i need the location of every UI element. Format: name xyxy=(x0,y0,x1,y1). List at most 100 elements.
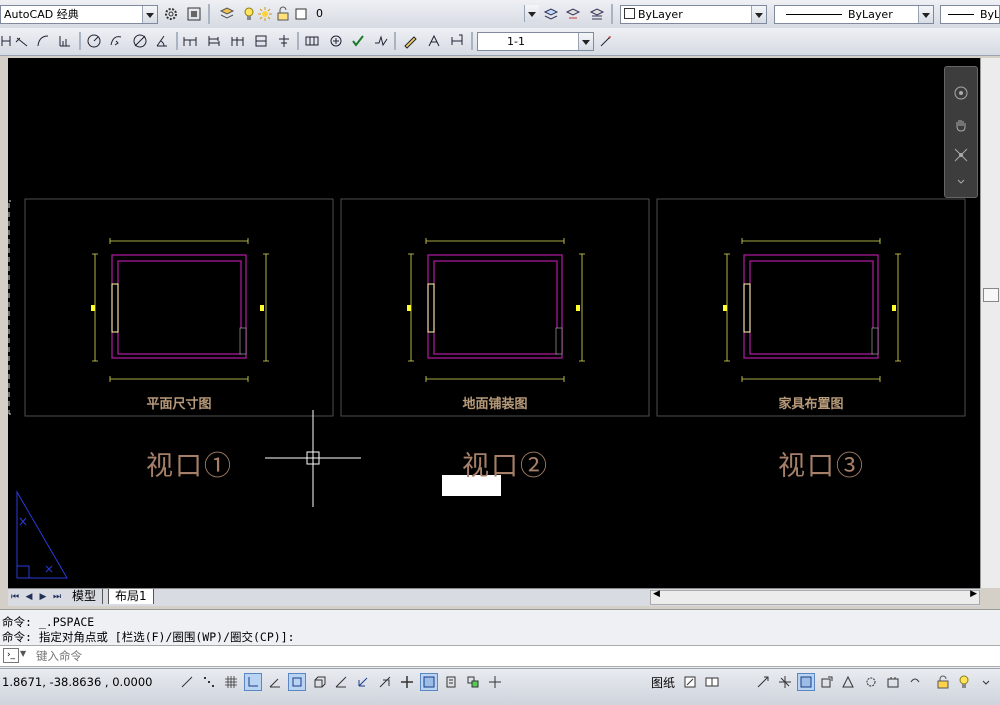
dimension-baseline-icon[interactable] xyxy=(204,31,224,51)
dimension-aligned-icon[interactable] xyxy=(12,31,32,51)
layer-color-icon[interactable] xyxy=(291,4,311,24)
polar-icon[interactable] xyxy=(266,673,284,691)
dimension-ordinate-icon[interactable] xyxy=(55,31,75,51)
isolate-objects-icon[interactable] xyxy=(906,673,924,691)
lightbulb-icon[interactable] xyxy=(955,673,973,691)
gear-icon[interactable] xyxy=(161,4,181,24)
quick-dimension-icon[interactable] xyxy=(180,31,200,51)
coordinates-readout[interactable]: 1.8671, -38.8636 , 0.0000 xyxy=(2,675,152,689)
dimension-break-icon[interactable] xyxy=(274,31,294,51)
paper-space-toggle[interactable]: 图纸 xyxy=(651,674,675,691)
workspace-switch-icon[interactable] xyxy=(839,673,857,691)
object-snap-icon[interactable] xyxy=(288,673,306,691)
scroll-thumb[interactable] xyxy=(983,288,999,302)
dimension-style-icon[interactable] xyxy=(596,31,616,51)
zoom-extents-icon[interactable] xyxy=(951,145,971,165)
scale-value: 1-1 xyxy=(507,35,525,48)
3d-snap-icon[interactable] xyxy=(310,673,328,691)
dynamic-input-icon[interactable] xyxy=(376,673,394,691)
chevron-down-icon[interactable] xyxy=(578,33,593,50)
grid-icon[interactable] xyxy=(222,673,240,691)
layer-properties-icon[interactable] xyxy=(217,4,237,24)
floor-plan-1 xyxy=(91,238,269,382)
dimension-scale-dropdown[interactable]: 1-1 xyxy=(477,32,594,51)
dimension-diameter-icon[interactable] xyxy=(130,31,150,51)
dimension-radius-icon[interactable] xyxy=(84,31,104,51)
tolerance-icon[interactable] xyxy=(302,31,322,51)
dynamic-ucs-icon[interactable] xyxy=(354,673,372,691)
next-tab-icon[interactable]: ▶ xyxy=(36,587,50,607)
chevron-down-icon[interactable] xyxy=(918,6,933,23)
quick-view-drawings-icon[interactable] xyxy=(703,673,721,691)
previous-tab-icon[interactable]: ◀ xyxy=(22,587,36,607)
linetype-dropdown[interactable]: ByLayer xyxy=(774,5,934,24)
auto-scale-icon[interactable] xyxy=(818,673,836,691)
lock-ui-icon[interactable] xyxy=(862,673,880,691)
ortho-icon[interactable] xyxy=(244,673,262,691)
chevron-down-icon[interactable] xyxy=(751,6,766,23)
separator xyxy=(611,4,613,24)
chevron-down-icon[interactable] xyxy=(951,171,971,191)
horizontal-scrollbar[interactable]: ◀ ▶ xyxy=(650,589,980,605)
floor-plan-3 xyxy=(723,238,901,382)
layer-previous-icon[interactable] xyxy=(587,4,607,24)
tab-model[interactable]: 模型 xyxy=(66,589,104,604)
vertical-scrollbar[interactable] xyxy=(980,58,1000,588)
scroll-left-icon[interactable]: ◀ xyxy=(653,589,660,599)
annotation-monitor-icon[interactable] xyxy=(486,673,504,691)
layer-dropdown[interactable]: 0 xyxy=(309,5,539,24)
annotation-scale-icon[interactable] xyxy=(776,673,794,691)
navigation-bar xyxy=(944,66,978,198)
annotation-visibility-icon[interactable] xyxy=(797,673,815,691)
workspace-settings-icon[interactable] xyxy=(184,4,204,24)
dimension-space-icon[interactable] xyxy=(251,31,271,51)
workspace-value: AutoCAD 经典 xyxy=(4,8,79,21)
dimension-update-icon[interactable] xyxy=(447,31,467,51)
separator xyxy=(208,4,210,24)
dimension-angular-icon[interactable] xyxy=(152,31,172,51)
chevron-down-icon[interactable] xyxy=(142,6,157,23)
make-current-layer-icon[interactable] xyxy=(541,4,561,24)
drawing-canvas[interactable]: 平面尺寸图 地面铺装图 家具布置图 视口① 视口② 视口③ xyxy=(8,58,1000,588)
show-lineweight-icon[interactable] xyxy=(398,673,416,691)
jogged-linear-icon[interactable] xyxy=(371,31,391,51)
color-dropdown[interactable]: ByLayer xyxy=(620,5,767,24)
snap-icon[interactable] xyxy=(200,673,218,691)
separator xyxy=(297,32,299,50)
chevron-down-icon[interactable] xyxy=(977,673,995,691)
transparency-icon[interactable] xyxy=(420,673,438,691)
quick-view-layouts-icon[interactable] xyxy=(681,673,699,691)
command-input[interactable] xyxy=(34,647,978,665)
selection-cycling-icon[interactable] xyxy=(464,673,482,691)
dimension-text-edit-icon[interactable] xyxy=(424,31,444,51)
tab-layout1[interactable]: 布局1 xyxy=(108,589,154,604)
layer-match-icon[interactable] xyxy=(563,4,583,24)
quick-properties-icon[interactable] xyxy=(442,673,460,691)
workspace-dropdown[interactable]: AutoCAD 经典 xyxy=(0,5,158,24)
hardware-acceleration-icon[interactable] xyxy=(884,673,902,691)
first-tab-icon[interactable]: ⏮ xyxy=(8,587,22,607)
sun-icon[interactable] xyxy=(255,4,275,24)
last-tab-icon[interactable]: ⏭ xyxy=(50,587,64,607)
maximize-viewport-icon[interactable] xyxy=(754,673,772,691)
object-tracking-icon[interactable] xyxy=(332,673,350,691)
infer-constraints-icon[interactable] xyxy=(178,673,196,691)
pan-hand-icon[interactable] xyxy=(951,115,971,135)
chevron-down-icon[interactable]: ▼ xyxy=(20,649,26,658)
dimension-arc-icon[interactable] xyxy=(33,31,53,51)
draw-dimension-toolbar: 1-1 xyxy=(0,28,1000,56)
separator xyxy=(176,32,178,50)
command-prompt-icon[interactable]: ›_ xyxy=(3,648,19,663)
dimension-continue-icon[interactable] xyxy=(228,31,248,51)
lineweight-dropdown[interactable]: ByL xyxy=(940,5,1000,24)
dimension-edit-icon[interactable] xyxy=(400,31,420,51)
dimension-jogged-icon[interactable] xyxy=(106,31,126,51)
layer-lock-icon[interactable] xyxy=(273,4,293,24)
steeringwheel-icon[interactable] xyxy=(951,83,971,103)
chevron-down-icon[interactable] xyxy=(524,5,539,22)
viewport-2-label: 视口② xyxy=(462,451,549,482)
toolbar-lock-icon[interactable] xyxy=(934,673,952,691)
inspection-icon[interactable] xyxy=(348,31,368,51)
scroll-right-icon[interactable]: ▶ xyxy=(970,589,977,599)
center-mark-icon[interactable] xyxy=(326,31,346,51)
